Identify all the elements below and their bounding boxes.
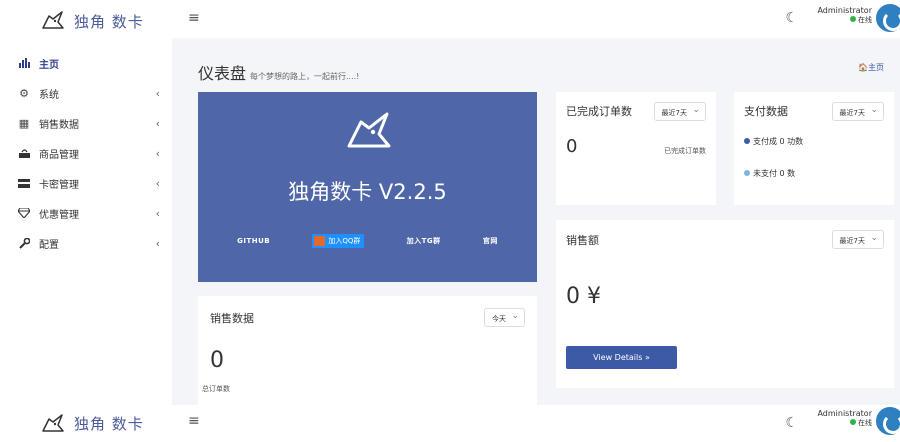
brand[interactable]: 独角 数卡 <box>0 405 144 442</box>
user-status: 在线 <box>817 418 872 428</box>
unicorn-logo-icon <box>42 413 64 432</box>
bottom-header: 独角 数卡 ≡ ☾ Administrator 在线 <box>0 405 900 442</box>
legend-dot-icon <box>744 138 750 144</box>
qq-group-icon <box>314 236 326 246</box>
chevron-left-icon: ‹ <box>155 177 160 190</box>
payment-success-item: 支付成 0 功数 <box>744 136 814 147</box>
gear-icon: ⚙ <box>19 86 29 100</box>
dark-mode-icon[interactable]: ☾ <box>785 415 798 431</box>
brand[interactable]: 独角 数卡 <box>0 0 172 42</box>
user-name: Administrator <box>817 6 872 15</box>
chevron-left-icon: ‹ <box>155 237 160 250</box>
sidebar: 独角 数卡 主页 ⚙ 系统 ‹ ▦ 销售数据 ‹ 商品管理 ‹ 卡密管理 ‹ 优… <box>0 0 172 405</box>
card-title: 已完成订单数 <box>566 105 632 118</box>
card-title: 销售数据 <box>210 312 254 325</box>
online-dot-icon <box>850 419 856 425</box>
online-dot-icon <box>850 16 856 22</box>
user-name: Administrator <box>817 409 872 418</box>
card-title: 支付数据 <box>744 105 788 118</box>
sidebar-item-label: 主页 <box>39 59 59 71</box>
shopping-bag-icon <box>18 147 30 159</box>
menu-toggle-icon[interactable]: ≡ <box>188 413 200 429</box>
sidebar-item-config[interactable]: 配置 ‹ <box>0 228 172 258</box>
card-title: 销售额 <box>566 234 599 247</box>
revenue-card: 销售额 最近7天 0 ¥ View Details » <box>556 220 894 388</box>
sidebar-item-sales[interactable]: ▦ 销售数据 ‹ <box>0 108 172 138</box>
brand-name: 独角 数卡 <box>74 12 144 31</box>
user-menu[interactable]: Administrator 在线 <box>817 6 872 25</box>
join-qq-button[interactable]: 加入QQ群 <box>312 234 365 248</box>
legend-dot-icon <box>744 170 750 176</box>
total-orders-value: 0 <box>210 348 224 373</box>
page-title: 仪表盘 每个梦想的路上，一起前行....! <box>198 64 360 83</box>
menu-toggle-icon[interactable]: ≡ <box>188 10 200 26</box>
sales-range-select[interactable]: 今天 <box>484 308 525 327</box>
official-site-link[interactable]: 官网 <box>483 236 498 246</box>
payment-data-card: 支付数据 最近7天 支付成 0 功数 未支付 0 数 <box>734 92 894 205</box>
avatar[interactable] <box>876 407 900 435</box>
breadcrumb-home[interactable]: 🏠主页 <box>858 62 884 73</box>
hero-title: 独角数卡 V2.2.5 <box>288 180 447 204</box>
github-link[interactable]: GITHUB <box>237 237 270 245</box>
credit-card-icon <box>18 177 30 189</box>
orders-range-select[interactable]: 最近7天 <box>653 102 706 121</box>
dark-mode-icon[interactable]: ☾ <box>785 10 798 26</box>
table-icon: ▦ <box>18 116 30 130</box>
hero-links: GITHUB 加入QQ群 加入TG群 官网 <box>198 234 537 248</box>
sidebar-item-products[interactable]: 商品管理 ‹ <box>0 138 172 168</box>
sidebar-item-discounts[interactable]: 优惠管理 ‹ <box>0 198 172 228</box>
completed-orders-caption: 已完成订单数 <box>664 147 706 155</box>
sidebar-item-system[interactable]: ⚙ 系统 ‹ <box>0 78 172 108</box>
sidebar-item-label: 销售数据 <box>39 119 79 131</box>
unicorn-logo-icon <box>347 112 391 148</box>
sidebar-item-label: 优惠管理 <box>39 209 79 221</box>
page-subtitle: 每个梦想的路上，一起前行....! <box>250 72 360 81</box>
revenue-value: 0 ¥ <box>566 284 601 309</box>
avatar[interactable] <box>876 4 900 32</box>
sidebar-item-label: 卡密管理 <box>39 179 79 191</box>
chevron-left-icon: ‹ <box>155 117 160 130</box>
sidebar-item-label: 配置 <box>39 239 59 251</box>
bar-chart-icon <box>18 57 30 69</box>
hero-card: 独角数卡 V2.2.5 GITHUB 加入QQ群 加入TG群 官网 <box>198 92 537 282</box>
sidebar-item-home[interactable]: 主页 <box>0 48 172 78</box>
sidebar-item-cards[interactable]: 卡密管理 ‹ <box>0 168 172 198</box>
main-content: 仪表盘 每个梦想的路上，一起前行....! 🏠主页 独角数卡 V2.2.5 GIT… <box>172 38 900 406</box>
chevron-left-icon: ‹ <box>155 87 160 100</box>
completed-orders-value: 0 <box>566 136 578 157</box>
top-header: ≡ ☾ Administrator 在线 <box>172 0 900 38</box>
wrench-icon <box>18 237 30 249</box>
unicorn-logo-icon <box>42 11 64 29</box>
chevron-left-icon: ‹ <box>155 207 160 220</box>
payment-unpaid-item: 未支付 0 数 <box>744 168 814 179</box>
completed-orders-card: 已完成订单数 最近7天 0 已完成订单数 <box>556 92 716 205</box>
user-menu[interactable]: Administrator 在线 <box>817 409 872 428</box>
sidebar-item-label: 商品管理 <box>39 149 79 161</box>
sidebar-item-label: 系统 <box>39 89 59 101</box>
view-details-button[interactable]: View Details » <box>566 346 677 369</box>
sales-data-card: 销售数据 今天 0 总订单数 <box>198 296 537 406</box>
chevron-left-icon: ‹ <box>155 147 160 160</box>
user-status: 在线 <box>817 15 872 25</box>
join-tg-link[interactable]: 加入TG群 <box>407 236 441 246</box>
sidebar-nav: 主页 ⚙ 系统 ‹ ▦ 销售数据 ‹ 商品管理 ‹ 卡密管理 ‹ 优惠管理 ‹ … <box>0 48 172 258</box>
diamond-icon <box>18 207 30 219</box>
brand-name: 独角 数卡 <box>74 415 144 433</box>
revenue-range-select[interactable]: 最近7天 <box>831 230 884 249</box>
total-orders-caption: 总订单数 <box>202 385 230 393</box>
payment-range-select[interactable]: 最近7天 <box>831 102 884 121</box>
